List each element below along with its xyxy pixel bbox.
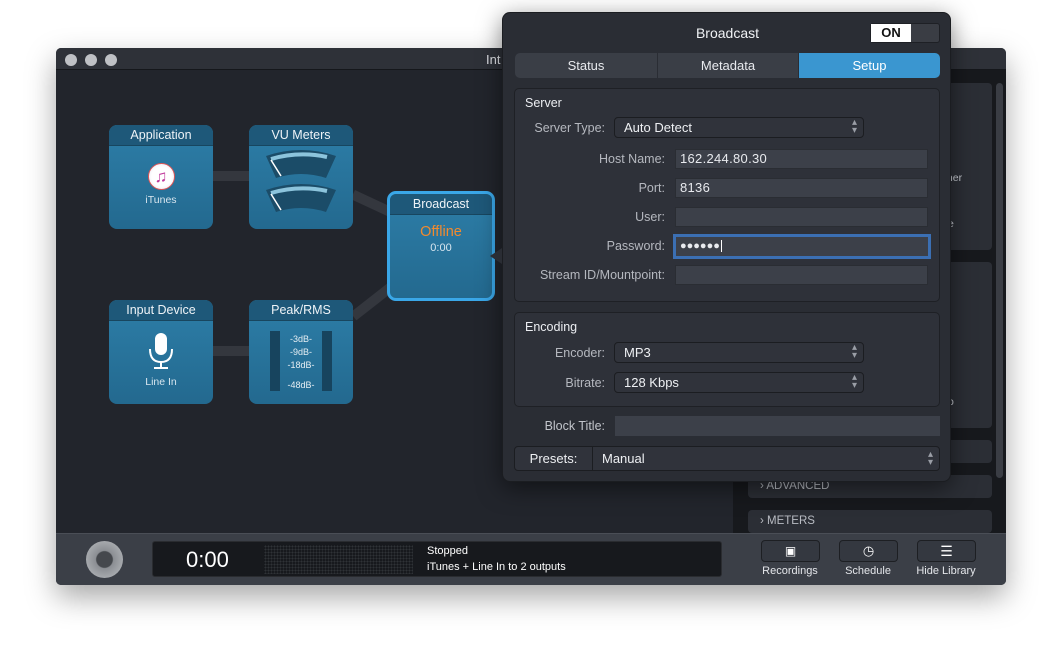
list-icon: ☰	[940, 543, 953, 559]
broadcast-time: 0:00	[430, 242, 452, 254]
host-name-label: Host Name:	[599, 152, 665, 166]
recordings-label: Recordings	[762, 565, 818, 577]
block-title: Broadcast	[390, 194, 492, 215]
popover-arrow	[490, 248, 502, 264]
select-value: Auto Detect	[624, 120, 692, 135]
encoder-select[interactable]: MP3 ▴ ▾	[614, 342, 864, 363]
schedule-button[interactable]: ◷	[839, 540, 898, 562]
text-cursor	[720, 240, 722, 252]
close-button[interactable]	[65, 54, 77, 66]
block-peak-rms[interactable]: Peak/RMS -3dB- -9dB- -18dB- -48dB-	[249, 300, 353, 404]
block-label: iTunes	[145, 194, 177, 206]
broadcast-toggle[interactable]: ON	[870, 23, 940, 43]
block-input-device[interactable]: Input Device Line In	[109, 300, 213, 404]
encoder-label: Encoder:	[554, 346, 605, 360]
user-field[interactable]	[675, 207, 928, 227]
recordings-icon: ▣	[784, 544, 797, 558]
chevron-updown-icon: ▴ ▾	[927, 449, 933, 468]
level-meter	[264, 545, 413, 574]
elapsed-time: 0:00	[186, 547, 229, 572]
block-title: VU Meters	[249, 125, 353, 146]
block-broadcast[interactable]: Broadcast Offline 0:00	[387, 191, 495, 301]
block-application[interactable]: Application ♫ iTunes	[109, 125, 213, 229]
minimize-button[interactable]	[85, 54, 97, 66]
section-label: METERS	[767, 515, 815, 527]
level-bar-right	[322, 331, 332, 391]
level-label: -18dB-	[287, 360, 315, 370]
server-heading: Server	[525, 96, 562, 110]
toggle-label: ON	[871, 24, 911, 42]
level-label: -48dB-	[287, 380, 315, 390]
block-title-field[interactable]	[615, 416, 940, 436]
connection-wire	[211, 171, 251, 181]
user-label: User:	[635, 210, 665, 224]
level-bar-left	[270, 331, 280, 391]
encoding-heading: Encoding	[525, 320, 578, 334]
block-title: Input Device	[109, 300, 213, 321]
section-meters[interactable]: › METERS	[748, 510, 992, 533]
port-field[interactable]: 8136	[675, 178, 928, 198]
record-button[interactable]	[86, 541, 123, 578]
level-label: -3dB-	[289, 334, 312, 344]
zoom-button[interactable]	[105, 54, 117, 66]
server-group: Server Server Type: Auto Detect ▴ ▾ Host N…	[514, 88, 940, 302]
block-title: Peak/RMS	[249, 300, 353, 321]
level-label: -9dB-	[289, 347, 312, 357]
password-field[interactable]: ●●●●●●	[673, 234, 931, 259]
connection-wire	[350, 190, 392, 216]
block-vu-meters[interactable]: VU Meters	[249, 125, 353, 229]
broadcast-status: Offline	[420, 224, 462, 240]
tab-metadata[interactable]: Metadata	[658, 53, 798, 78]
itunes-icon: ♫	[147, 163, 175, 190]
encoding-group: Encoding Encoder: MP3 ▴ ▾ Bitrate: 128 Kbp…	[514, 312, 940, 407]
select-value: MP3	[624, 345, 651, 360]
password-label: Password:	[606, 239, 665, 253]
mountpoint-field[interactable]	[675, 265, 928, 285]
block-label: Line In	[145, 376, 177, 388]
connection-wire	[211, 346, 251, 356]
select-value: 128 Kbps	[624, 375, 679, 390]
server-type-label: Server Type:	[534, 121, 605, 135]
clock-icon: ◷	[862, 543, 875, 558]
mountpoint-label: Stream ID/Mountpoint:	[539, 268, 665, 282]
tab-status[interactable]: Status	[515, 53, 657, 78]
transport-bar: 0:00 Stopped iTunes + Line In to 2 outpu…	[56, 533, 1006, 585]
chevron-updown-icon: ▴ ▾	[851, 372, 857, 391]
scrollbar[interactable]	[996, 83, 1003, 478]
transport-summary: iTunes + Line In to 2 outputs	[427, 561, 566, 573]
block-title: Application	[109, 125, 213, 146]
status-display: 0:00 Stopped iTunes + Line In to 2 outpu…	[152, 541, 722, 577]
microphone-icon	[149, 333, 173, 369]
hide-library-button[interactable]: ☰	[917, 540, 976, 562]
port-label: Port:	[638, 181, 665, 195]
recordings-button[interactable]: ▣	[761, 540, 820, 562]
vu-meter-icon	[266, 150, 336, 212]
hide-library-label: Hide Library	[916, 565, 976, 577]
schedule-label: Schedule	[845, 565, 891, 577]
window-title: Int	[486, 52, 501, 67]
transport-status: Stopped	[427, 545, 468, 557]
bitrate-label: Bitrate:	[565, 376, 605, 390]
host-name-field[interactable]: 162.244.80.30	[675, 149, 928, 169]
password-value: ●●●●●●	[680, 240, 720, 252]
broadcast-popover: Broadcast ON Status Metadata Setup Serve…	[502, 12, 951, 482]
presets-value: Manual	[602, 451, 645, 466]
presets-label: Presets:	[515, 447, 593, 470]
server-type-select[interactable]: Auto Detect ▴ ▾	[614, 117, 864, 138]
tab-setup[interactable]: Setup	[799, 53, 940, 78]
block-title-label: Block Title:	[544, 419, 605, 433]
chevron-updown-icon: ▴ ▾	[851, 117, 857, 136]
bitrate-select[interactable]: 128 Kbps ▴ ▾	[614, 372, 864, 393]
chevron-updown-icon: ▴ ▾	[851, 342, 857, 361]
presets-select[interactable]: Presets: Manual ▴ ▾	[514, 446, 940, 471]
